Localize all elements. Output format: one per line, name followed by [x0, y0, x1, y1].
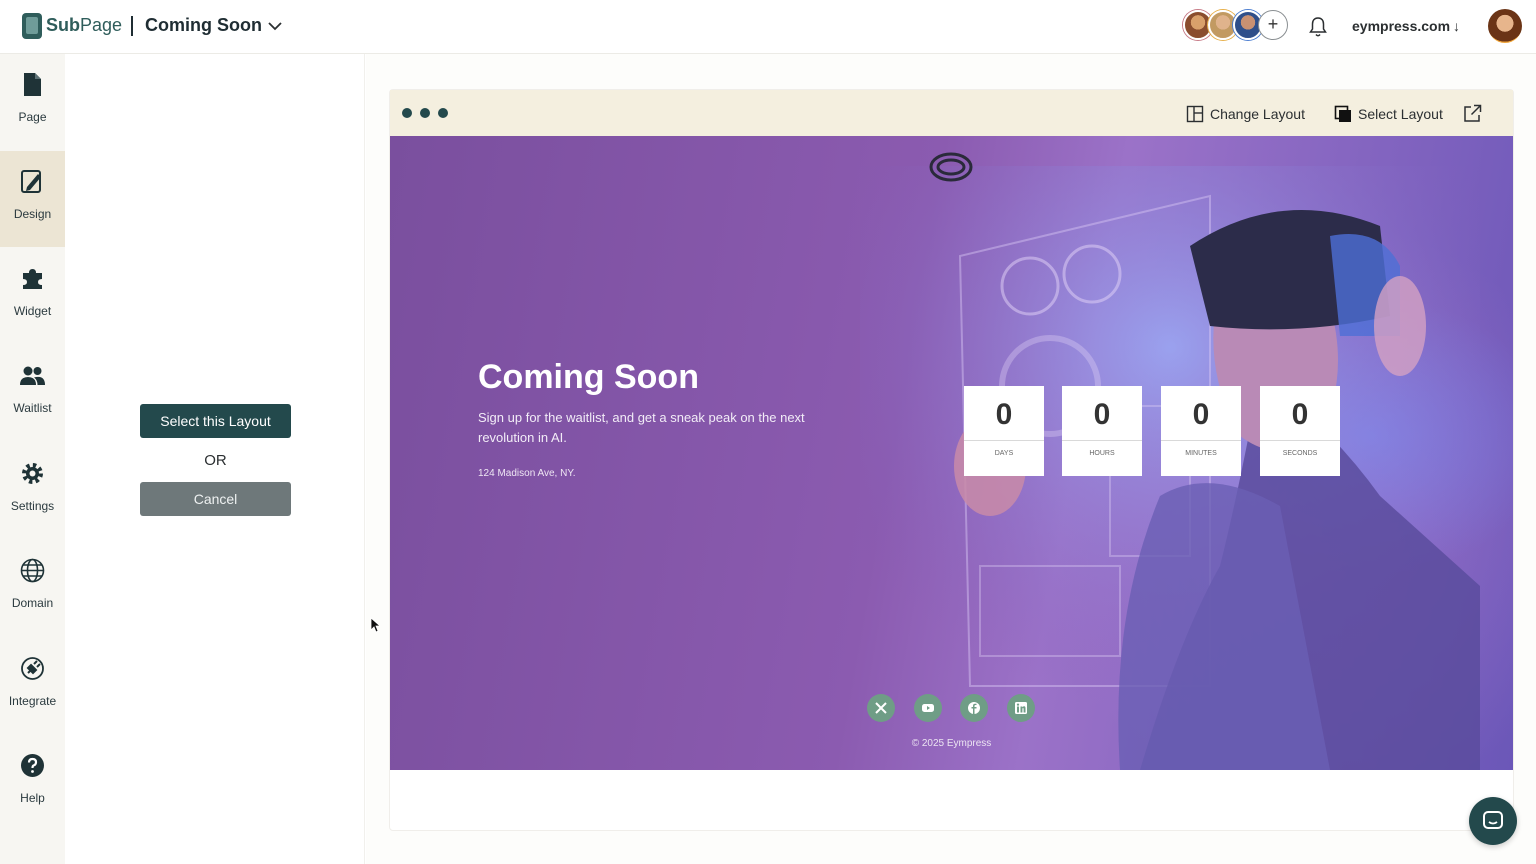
sidebar-item-waitlist[interactable]: Waitlist [0, 345, 65, 441]
countdown-value: 0 [1192, 398, 1210, 431]
arrow-down-icon[interactable]: ↓ [1453, 18, 1460, 34]
coming-soon-hero: Coming Soon Sign up for the waitlist, an… [390, 136, 1513, 770]
countdown-label: DAYS [994, 450, 1014, 457]
facebook-icon[interactable] [960, 694, 988, 722]
chevron-down-icon[interactable] [266, 17, 284, 35]
top-bar: SubPage Coming Soon + eympress.com ↓ [0, 0, 1536, 54]
countdown-seconds: 0 SECONDS [1260, 386, 1340, 476]
mouse-cursor-icon [370, 617, 380, 633]
select-layout-label: Select Layout [1358, 106, 1443, 122]
subpage-logo-icon[interactable] [22, 13, 42, 39]
countdown-hours: 0 HOURS [1062, 386, 1142, 476]
hero-subtitle: Sign up for the waitlist, and get a snea… [478, 410, 805, 445]
countdown-value: 0 [1291, 398, 1309, 431]
plug-icon [21, 657, 44, 680]
window-dot-icon [438, 108, 448, 118]
app-name[interactable]: SubPage [46, 15, 122, 36]
or-separator: OR [204, 452, 227, 469]
copyright-text: © 2025 Eympress [911, 738, 992, 749]
puzzle-icon [23, 269, 42, 289]
countdown-minutes: 0 MINUTES [1161, 386, 1241, 476]
countdown-label: MINUTES [1185, 450, 1217, 457]
help-icon [21, 754, 44, 777]
countdown-label: SECONDS [1282, 450, 1318, 457]
external-link-icon[interactable] [1463, 104, 1482, 123]
design-icon [21, 170, 41, 193]
youtube-icon[interactable] [914, 694, 942, 722]
page-icon [24, 73, 41, 96]
countdown-divider [1062, 440, 1142, 441]
select-this-layout-button[interactable]: Select this Layout [140, 404, 291, 438]
hero-title: Coming Soon [478, 358, 699, 396]
select-layout-icon [1334, 105, 1351, 122]
domain-selector[interactable]: eympress.com [1352, 18, 1450, 34]
cancel-button[interactable]: Cancel [140, 482, 291, 516]
sidebar-item-help[interactable]: Help [0, 735, 65, 831]
sidebar-item-page[interactable]: Page [0, 54, 65, 150]
change-layout-label: Change Layout [1210, 106, 1305, 122]
countdown-label: HOURS [1089, 450, 1115, 457]
collaborator-avatars: + [1183, 10, 1293, 42]
sidebar-item-settings[interactable]: Settings [0, 443, 65, 539]
sidebar-item-label: Waitlist [13, 401, 52, 415]
chat-icon [1483, 811, 1503, 829]
sidebar-item-label: Design [13, 207, 52, 221]
sidebar-item-label: Integrate [8, 694, 57, 708]
globe-icon [20, 558, 45, 583]
sidebar-item-label: Widget [13, 304, 52, 318]
change-layout-button[interactable]: Change Layout [1186, 104, 1305, 124]
countdown-days: 0 DAYS [964, 386, 1044, 476]
chat-support-button[interactable] [1469, 797, 1517, 845]
linkedin-icon[interactable] [1007, 694, 1035, 722]
gear-icon [22, 463, 43, 484]
sidebar-item-domain[interactable]: Domain [0, 540, 65, 636]
page-title[interactable]: Coming Soon [145, 15, 262, 36]
sidebar-item-integrate[interactable]: Integrate [0, 638, 65, 734]
countdown-divider [1161, 440, 1241, 441]
add-collaborator-button[interactable]: + [1258, 10, 1288, 40]
window-dot-icon [420, 108, 430, 118]
sidebar-item-widget[interactable]: Widget [0, 248, 65, 344]
window-dot-icon [402, 108, 412, 118]
sidebar: Page Design Widget Waitlist Settings Dom… [0, 54, 65, 864]
countdown-value: 0 [1093, 398, 1111, 431]
select-layout-button[interactable]: Select Layout [1334, 104, 1443, 124]
x-icon[interactable] [867, 694, 895, 722]
users-icon [20, 366, 45, 385]
countdown-divider [1260, 440, 1340, 441]
layout-icon [1186, 105, 1204, 123]
sidebar-item-label: Settings [10, 499, 55, 513]
bell-icon[interactable] [1308, 16, 1328, 38]
hero-address: 124 Madison Ave, NY. [478, 468, 576, 479]
title-divider [131, 16, 133, 36]
countdown-value: 0 [995, 398, 1013, 431]
sidebar-item-label: Domain [11, 596, 54, 610]
countdown-divider [964, 440, 1044, 441]
sidebar-item-label: Page [18, 110, 47, 124]
user-avatar[interactable] [1488, 9, 1522, 43]
brand-logo-icon [929, 152, 973, 182]
sidebar-item-label: Help [20, 791, 45, 805]
sidebar-item-design[interactable]: Design [0, 151, 65, 247]
